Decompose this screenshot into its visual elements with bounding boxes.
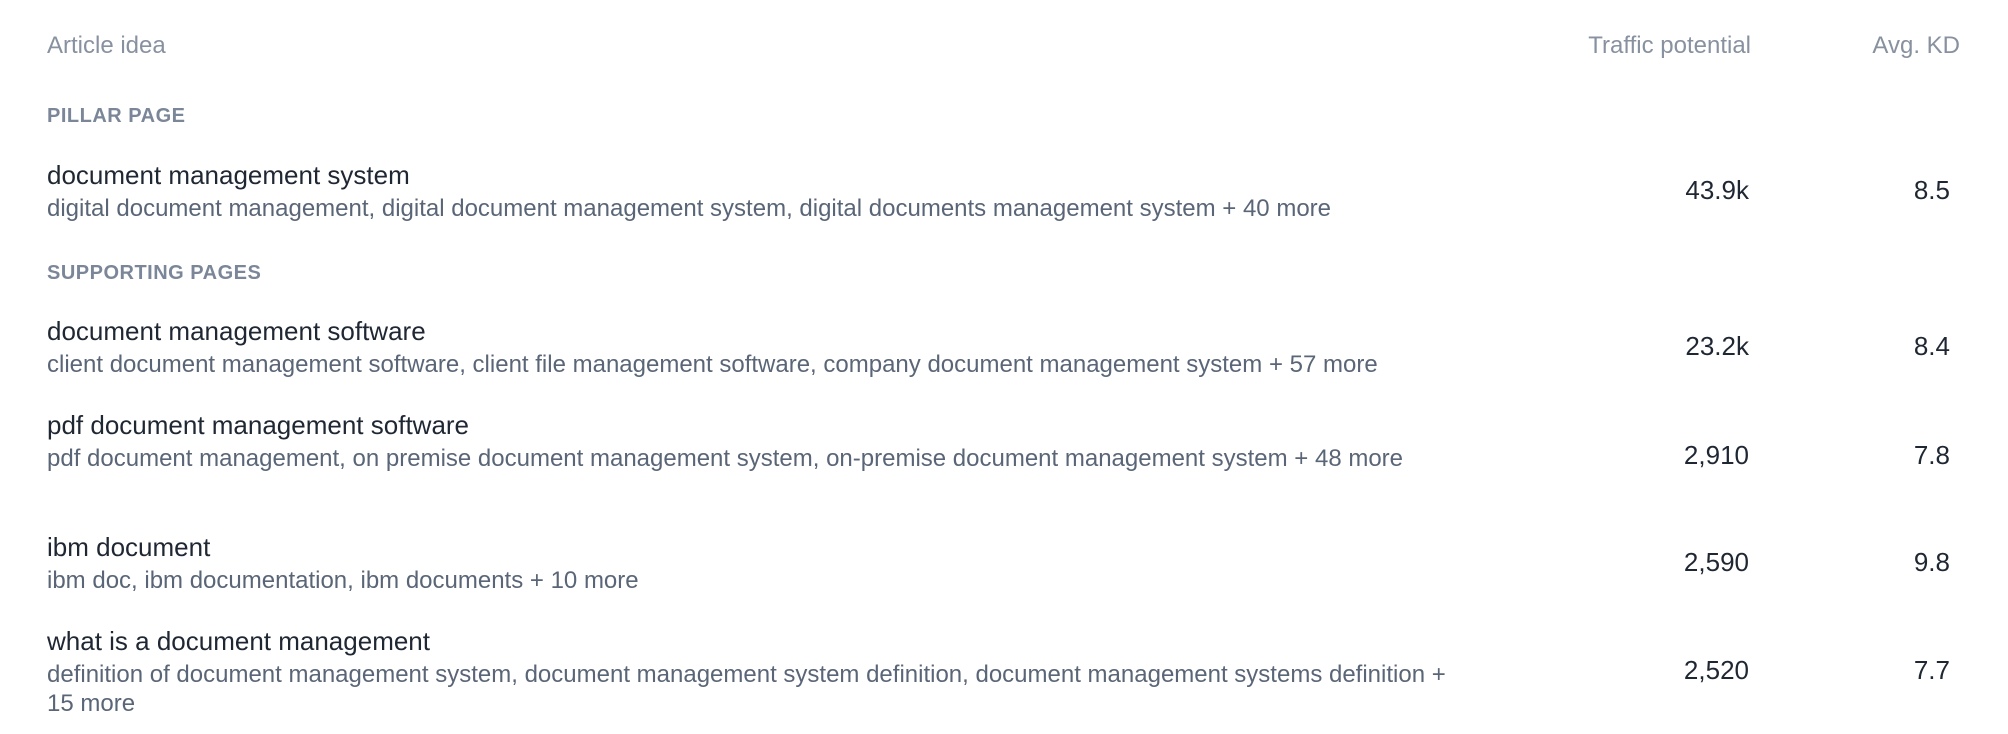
article-idea-keywords: client document management software, cli… (47, 351, 1378, 378)
table-header: Article idea Traffic potential Avg. KD (0, 28, 2008, 68)
table-row[interactable]: ibm document ibm doc, ibm documentation,… (0, 532, 2008, 602)
column-header-avg-kd[interactable]: Avg. KD (1872, 32, 1960, 60)
traffic-potential-value: 2,910 (1683, 440, 1749, 470)
article-idea-title[interactable]: document management system (47, 160, 410, 191)
article-idea-title[interactable]: ibm document (47, 532, 210, 563)
avg-kd-value: 9.8 (1913, 547, 1950, 577)
traffic-potential-value: 43.9k (1685, 175, 1749, 205)
article-idea-title[interactable]: what is a document management (47, 626, 430, 657)
article-idea-keywords: digital document management, digital doc… (47, 195, 1331, 222)
column-header-article-idea[interactable]: Article idea (47, 32, 166, 60)
avg-kd-value: 7.8 (1913, 440, 1950, 470)
article-idea-keywords: pdf document management, on premise docu… (47, 445, 1404, 472)
column-header-traffic-potential[interactable]: Traffic potential (1588, 32, 1751, 60)
avg-kd-value: 8.5 (1913, 175, 1950, 205)
table-row[interactable]: what is a document management definition… (0, 626, 2008, 722)
article-idea-keywords: ibm doc, ibm documentation, ibm document… (47, 567, 639, 594)
article-idea-title[interactable]: document management software (47, 316, 426, 347)
article-idea-title[interactable]: pdf document management software (47, 410, 469, 441)
traffic-potential-value: 2,520 (1683, 655, 1749, 685)
table-row[interactable]: pdf document management software pdf doc… (0, 410, 2008, 506)
traffic-potential-value: 2,590 (1683, 547, 1749, 577)
table-row[interactable]: document management software client docu… (0, 316, 2008, 386)
avg-kd-value: 8.4 (1913, 331, 1950, 361)
section-label-supporting-pages: SUPPORTING PAGES (47, 262, 262, 284)
section-label-pillar-page: PILLAR PAGE (47, 105, 186, 127)
avg-kd-value: 7.7 (1913, 655, 1950, 685)
traffic-potential-value: 23.2k (1685, 331, 1749, 361)
article-idea-keywords: definition of document management system… (47, 661, 1446, 717)
article-ideas-table: Article idea Traffic potential Avg. KD P… (0, 0, 2008, 734)
table-row[interactable]: document management system digital docum… (0, 160, 2008, 230)
